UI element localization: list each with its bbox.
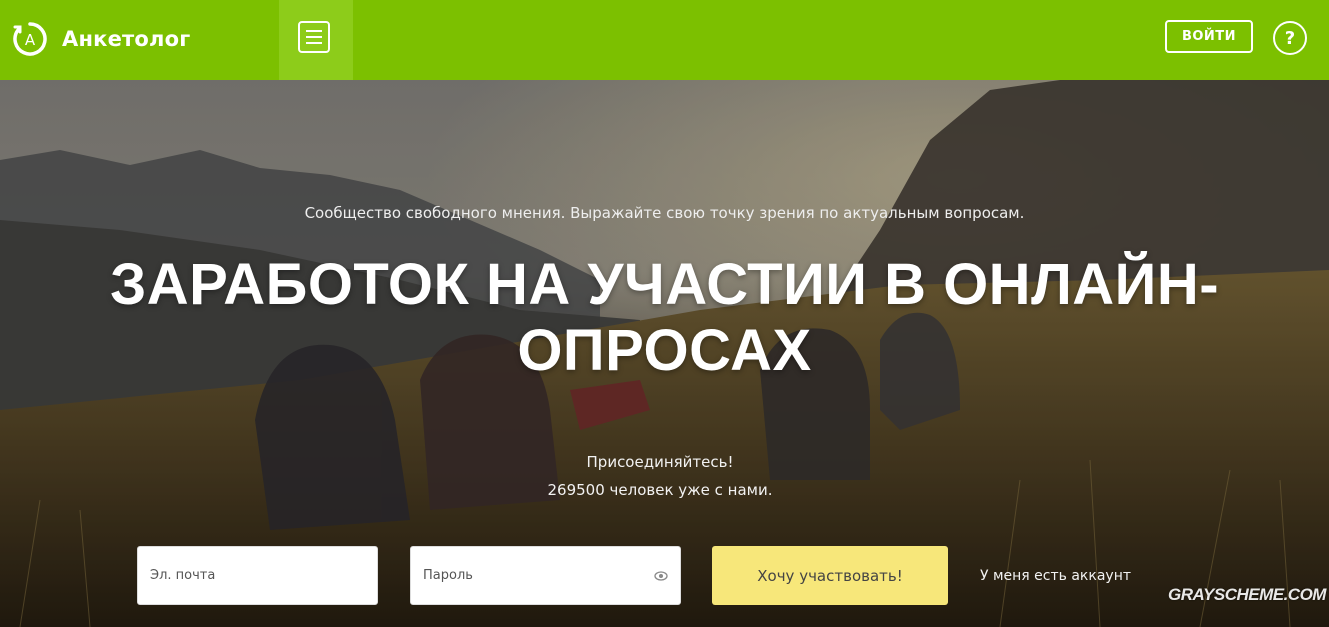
menu-toggle-area[interactable]	[279, 0, 353, 80]
logo[interactable]: A Анкетолог	[12, 20, 190, 58]
hero-headline: ЗАРАБОТОК НА УЧАСТИИ В ОНЛАЙН- ОПРОСАХ	[60, 252, 1269, 384]
help-button[interactable]: ?	[1273, 21, 1307, 55]
hero-headline-line2: ОПРОСАХ	[517, 318, 812, 383]
menu-icon[interactable]	[298, 21, 330, 53]
have-account-link[interactable]: У меня есть аккаунт	[980, 568, 1131, 584]
eye-icon[interactable]	[654, 569, 668, 583]
password-field-wrapper	[410, 546, 681, 605]
email-field-wrapper	[137, 546, 378, 605]
logo-text: Анкетолог	[62, 27, 191, 51]
watermark: GRAYSCHEME.COM	[1168, 585, 1326, 604]
hero-tagline: Сообщество свободного мнения. Выражайте …	[304, 204, 1025, 222]
login-button[interactable]: ВОЙТИ	[1165, 20, 1253, 53]
logo-mark-icon: A	[13, 22, 47, 56]
hero-section: Сообщество свободного мнения. Выражайте …	[0, 80, 1329, 627]
participate-button[interactable]: Хочу участвовать!	[712, 546, 948, 605]
email-field[interactable]	[138, 547, 377, 604]
password-field[interactable]	[411, 547, 680, 604]
join-message: Присоединяйтесь! 269500 человек уже с на…	[0, 448, 1320, 504]
join-cta-text: Присоединяйтесь!	[586, 453, 734, 471]
logo-letter: A	[25, 31, 36, 49]
top-header: A Анкетолог ВОЙТИ ?	[0, 0, 1329, 80]
member-count-text: 269500 человек уже с нами.	[547, 481, 773, 499]
hero-headline-line1: ЗАРАБОТОК НА УЧАСТИИ В ОНЛАЙН-	[109, 252, 1220, 317]
